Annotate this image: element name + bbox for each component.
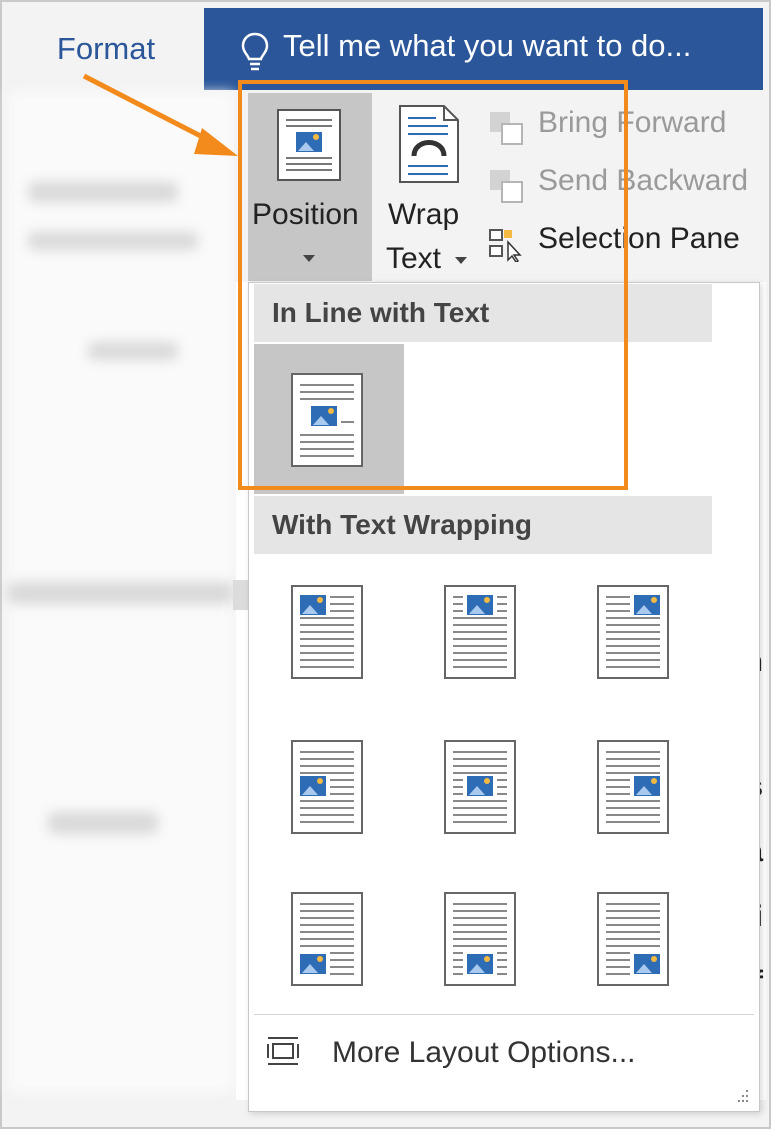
wrap-middle-right-option[interactable]: [597, 740, 669, 834]
blurred-document-pane: [8, 92, 234, 1092]
with-text-wrapping-heading: With Text Wrapping: [254, 496, 712, 554]
wrap-top-center-option[interactable]: [444, 585, 516, 679]
lightbulb-icon: [241, 32, 269, 71]
layout-options-icon: [267, 1037, 299, 1065]
wrap-bottom-left-option[interactable]: [291, 892, 363, 986]
wrap-top-right-option[interactable]: [597, 585, 669, 679]
annotation-highlight-box: [238, 80, 628, 490]
wrap-bottom-center-option[interactable]: [444, 892, 516, 986]
resize-grip-icon[interactable]: [736, 1090, 750, 1102]
wrap-middle-center-option[interactable]: [444, 740, 516, 834]
wrap-top-left-option[interactable]: [291, 585, 363, 679]
wrap-bottom-right-option[interactable]: [597, 892, 669, 986]
wrap-middle-left-option[interactable]: [291, 740, 363, 834]
annotation-arrow-icon: [82, 73, 238, 156]
tell-me-search[interactable]: Tell me what you want to do...: [283, 28, 691, 64]
menu-divider: [254, 1014, 754, 1015]
more-layout-options-button[interactable]: More Layout Options...: [332, 1036, 636, 1070]
